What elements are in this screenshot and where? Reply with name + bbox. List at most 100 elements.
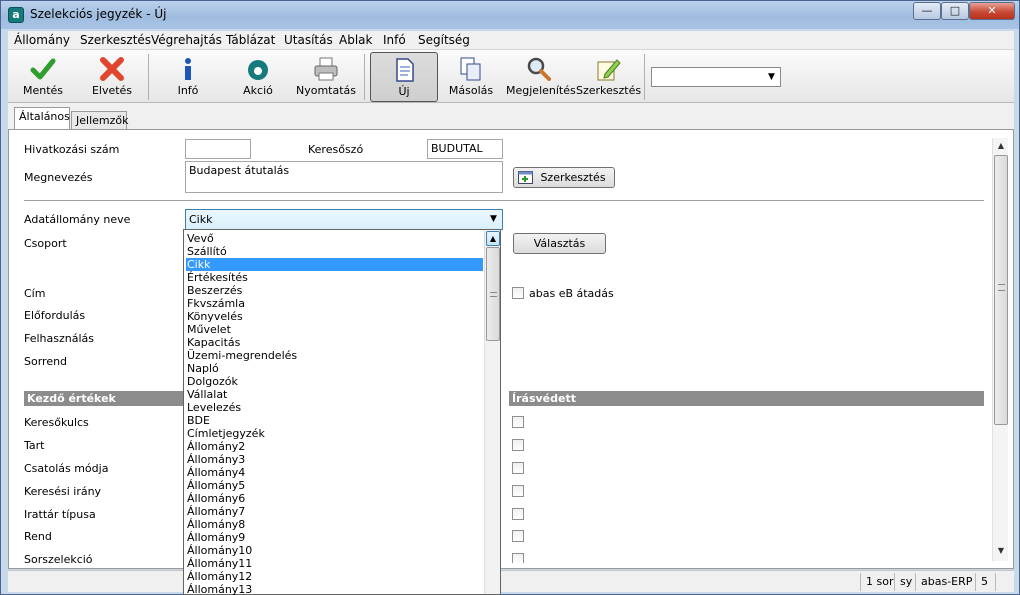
toolbar-separator bbox=[364, 54, 365, 100]
chevron-down-icon[interactable]: ▼ bbox=[487, 213, 500, 225]
keyword-label: Keresőszó bbox=[308, 143, 364, 156]
dropdown-item[interactable]: Állomány7 bbox=[186, 505, 483, 518]
edit-icon bbox=[597, 59, 621, 81]
info-button[interactable]: Infó bbox=[160, 52, 216, 102]
start-values-header: Kezdő értékek bbox=[24, 391, 187, 406]
tab-altalanos[interactable]: Általános bbox=[14, 107, 70, 129]
status-rows: 1 sor bbox=[860, 573, 898, 591]
dropdown-item[interactable]: Beszerzés bbox=[186, 284, 483, 297]
grip-icon bbox=[998, 284, 1005, 291]
menu-segitseg[interactable]: Segítség bbox=[418, 33, 470, 47]
action-button[interactable]: Akció bbox=[230, 52, 286, 102]
readonly-checkbox[interactable] bbox=[512, 439, 524, 451]
form-scrollbar[interactable]: ▲ ▼ bbox=[992, 138, 1008, 561]
tab-strip: Általános Jellemzők bbox=[8, 103, 1014, 129]
dropdown-item[interactable]: Üzemi-megrendelés bbox=[186, 349, 483, 362]
chevron-down-icon[interactable]: ▼ bbox=[765, 71, 778, 83]
dropdown-item[interactable]: Cikk bbox=[186, 258, 483, 271]
minimize-button[interactable]: — bbox=[913, 2, 941, 20]
dropdown-item[interactable]: Művelet bbox=[186, 323, 483, 336]
readonly-checkbox[interactable] bbox=[512, 508, 524, 520]
dropdown-item[interactable]: Állomány2 bbox=[186, 440, 483, 453]
scroll-down-icon[interactable]: ▼ bbox=[993, 543, 1009, 559]
checkmark-icon bbox=[30, 58, 56, 80]
print-button[interactable]: Nyomtatás bbox=[292, 52, 360, 102]
readonly-checkbox[interactable] bbox=[512, 462, 524, 474]
dropdown-item[interactable]: Állomány9 bbox=[186, 531, 483, 544]
menu-info[interactable]: Infó bbox=[383, 33, 406, 47]
order-label: Sorrend bbox=[24, 355, 68, 368]
discard-button[interactable]: Elvetés bbox=[84, 52, 140, 102]
dropdown-item[interactable]: Címletjegyzék bbox=[186, 427, 483, 440]
dropdown-item[interactable]: Állomány3 bbox=[186, 453, 483, 466]
ref-label: Hivatkozási szám bbox=[24, 143, 120, 156]
row-label: Tart bbox=[24, 439, 45, 452]
dataset-label: Adatállomány neve bbox=[24, 213, 131, 226]
dropdown-item[interactable]: Állomány13 bbox=[186, 583, 483, 595]
dropdown-item[interactable]: Állomány5 bbox=[186, 479, 483, 492]
scrollbar-thumb[interactable] bbox=[486, 247, 500, 341]
dropdown-item[interactable]: Könyvelés bbox=[186, 310, 483, 323]
resize-grip-icon[interactable] bbox=[995, 573, 1013, 591]
dropdown-item[interactable]: BDE bbox=[186, 414, 483, 427]
dropdown-item[interactable]: Vállalat bbox=[186, 388, 483, 401]
dropdown-item[interactable]: Kapacitás bbox=[186, 336, 483, 349]
maximize-button[interactable]: □ bbox=[941, 2, 969, 20]
dropdown-item[interactable]: Szállító bbox=[186, 245, 483, 258]
dropdown-item[interactable]: Levelezés bbox=[186, 401, 483, 414]
scroll-up-icon[interactable]: ▲ bbox=[486, 231, 500, 246]
readonly-checkbox[interactable] bbox=[512, 530, 524, 542]
readonly-checkbox[interactable] bbox=[512, 416, 524, 428]
dropdown-item[interactable]: Állomány8 bbox=[186, 518, 483, 531]
menu-szerkesztes[interactable]: Szerkesztés bbox=[80, 33, 151, 47]
choose-button[interactable]: Választás bbox=[513, 233, 606, 254]
name-field[interactable]: Budapest átutalás bbox=[185, 161, 503, 193]
readonly-checkbox[interactable] bbox=[512, 485, 524, 497]
close-button[interactable]: ✕ bbox=[969, 2, 1015, 20]
dropdown-item[interactable]: Állomány4 bbox=[186, 466, 483, 479]
printer-icon bbox=[314, 57, 338, 81]
title-bar[interactable]: a Szelekciós jegyzék - Új — □ ✕ bbox=[1, 1, 1019, 29]
dropdown-item[interactable]: Állomány12 bbox=[186, 570, 483, 583]
dataset-dropdown-list[interactable]: Vevő Szállító Cikk Értékesítés Beszerzés Fkvs… bbox=[183, 229, 501, 595]
dataset-combo[interactable]: Cikk ▼ bbox=[185, 209, 503, 230]
edit-button[interactable]: Szerkesztés bbox=[513, 167, 615, 188]
toolbar-combo[interactable]: ▼ bbox=[651, 67, 781, 87]
status-app: abas-ERP bbox=[915, 573, 977, 591]
copy-button[interactable]: Másolás bbox=[442, 52, 500, 102]
menu-vegrehajtas[interactable]: Végrehajtás bbox=[151, 33, 222, 47]
menu-allomany[interactable]: Állomány bbox=[14, 33, 70, 47]
menu-tablazat[interactable]: Táblázat bbox=[226, 33, 275, 47]
dropdown-item[interactable]: Fkvszámla bbox=[186, 297, 483, 310]
dropdown-item[interactable]: Dolgozók bbox=[186, 375, 483, 388]
display-button[interactable]: Megjelenítés bbox=[506, 52, 576, 102]
scrollbar-thumb[interactable] bbox=[994, 155, 1008, 425]
dropdown-scrollbar[interactable]: ▲ bbox=[484, 230, 500, 594]
keyword-field[interactable]: BUDUTAL bbox=[427, 139, 503, 159]
dropdown-item[interactable]: Vevő bbox=[186, 232, 483, 245]
edit-toolbar-button[interactable]: Szerkesztés bbox=[576, 52, 641, 102]
readonly-checkbox[interactable] bbox=[512, 553, 524, 563]
address-label: Cím bbox=[24, 287, 46, 300]
dropdown-item[interactable]: Napló bbox=[186, 362, 483, 375]
dropdown-item[interactable]: Állomány10 bbox=[186, 544, 483, 557]
dropdown-item[interactable]: Állomány6 bbox=[186, 492, 483, 505]
toolbar-separator bbox=[148, 54, 149, 100]
abas-logo-icon[interactable]: a bbox=[8, 7, 24, 23]
abas-checkbox[interactable] bbox=[512, 287, 524, 299]
save-button[interactable]: Mentés bbox=[14, 52, 72, 102]
row-label: Sorszelekció bbox=[24, 553, 93, 565]
toolbar-separator bbox=[644, 54, 645, 100]
abas-checkbox-label: abas eB átadás bbox=[529, 287, 614, 300]
application-window: a Szelekciós jegyzék - Új — □ ✕ Állomány… bbox=[0, 0, 1020, 595]
dropdown-item[interactable]: Értékesítés bbox=[186, 271, 483, 284]
dropdown-item[interactable]: Állomány11 bbox=[186, 557, 483, 570]
ref-field[interactable] bbox=[185, 139, 251, 159]
menu-ablak[interactable]: Ablak bbox=[339, 33, 372, 47]
copy-icon bbox=[460, 57, 481, 81]
new-button[interactable]: Új bbox=[370, 52, 438, 102]
scroll-up-icon[interactable]: ▲ bbox=[993, 138, 1009, 154]
window-title: Szelekciós jegyzék - Új bbox=[30, 7, 167, 21]
tab-jellemzok[interactable]: Jellemzők bbox=[71, 111, 128, 129]
menu-utasitas[interactable]: Utasítás bbox=[284, 33, 333, 47]
